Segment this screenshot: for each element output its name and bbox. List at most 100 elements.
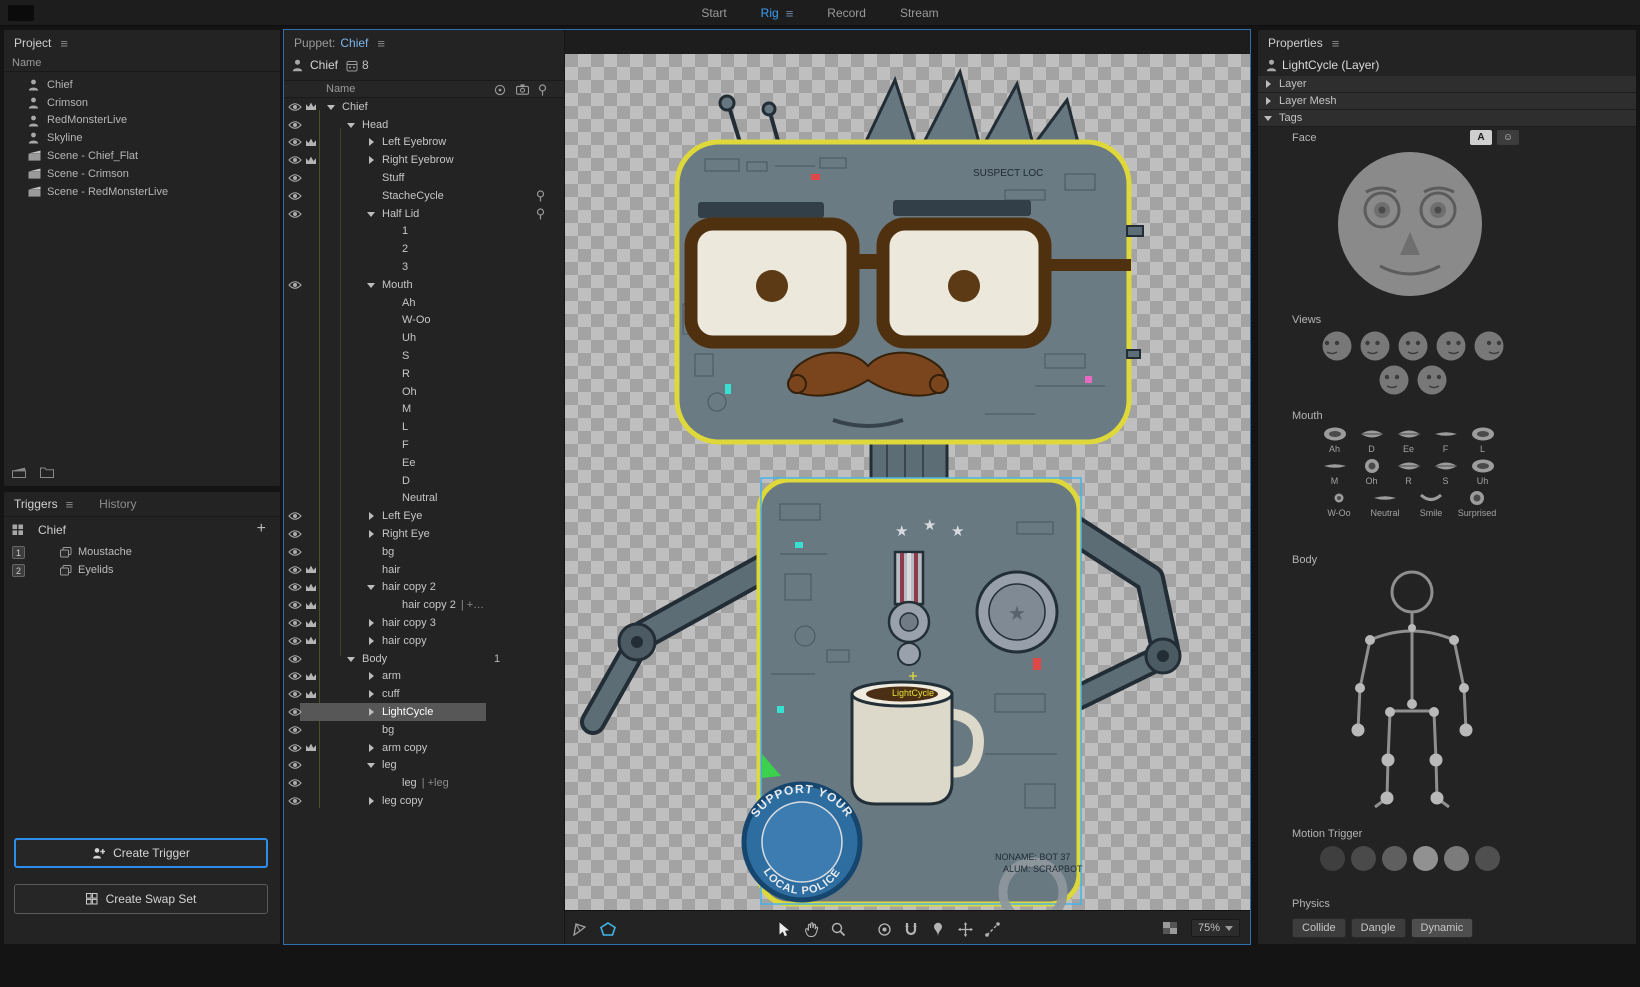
layer-row-head[interactable]: Head [284,116,564,134]
layer-row-ah[interactable]: Ah [284,294,564,312]
mouth-viseme-smile[interactable]: Smile [1408,490,1454,518]
layer-row-arm-copy[interactable]: arm copy [284,739,564,757]
triggers-tab-triggers[interactable]: Triggers≡ [14,497,73,511]
layer-row-neutral[interactable]: Neutral [284,490,564,508]
layer-row-bg[interactable]: bg [284,543,564,561]
mouth-viseme-d[interactable]: D [1353,426,1390,454]
layer-row-l[interactable]: L [284,418,564,436]
trigger-row-moustache[interactable]: 1Moustache [4,544,280,562]
layer-row-m[interactable]: M [284,401,564,419]
layer-row-chief[interactable]: Chief [284,98,564,116]
expand-down-icon[interactable] [327,103,340,111]
show-mesh-icon[interactable] [571,920,589,938]
visibility-eye-icon[interactable] [287,529,303,539]
visibility-eye-icon[interactable] [287,191,303,201]
warp-independence-crown-icon[interactable] [303,636,319,645]
mouth-viseme-l[interactable]: L [1464,426,1501,454]
expand-right-icon[interactable] [367,156,380,164]
triggers-panel-menu-icon[interactable]: ≡ [66,498,74,511]
expand-down-icon[interactable] [367,761,380,769]
expand-down-icon[interactable] [367,281,380,289]
expand-right-icon[interactable] [367,708,380,716]
properties-panel-menu-icon[interactable]: ≡ [1332,37,1340,50]
project-item-chief[interactable]: Chief [4,76,280,94]
face-mask-button[interactable]: ☺ [1497,130,1519,145]
visibility-eye-icon[interactable] [287,689,303,699]
warp-independence-crown-icon[interactable] [303,102,319,111]
motion-trigger-circle-6[interactable] [1475,846,1500,871]
layer-row-3[interactable]: 3 [284,258,564,276]
physics-collide-button[interactable]: Collide [1292,918,1346,938]
visibility-eye-icon[interactable] [287,209,303,219]
layer-row-hair[interactable]: hair [284,561,564,579]
rig-menu-icon[interactable]: ≡ [786,6,794,21]
select-tool-icon[interactable] [775,920,793,938]
stitch-tool-icon[interactable] [983,920,1001,938]
layer-row-lightcycle[interactable]: LightCycle [284,703,564,721]
attach-handle-icon[interactable] [536,208,545,220]
pin-tool-icon[interactable] [929,920,947,938]
visibility-eye-icon[interactable] [287,796,303,806]
layer-row-bg[interactable]: bg [284,721,564,739]
puppet-panel-menu-icon[interactable]: ≡ [377,37,385,50]
warp-independence-crown-icon[interactable] [303,672,319,681]
visibility-eye-icon[interactable] [287,155,303,165]
mouth-viseme-s[interactable]: S [1427,458,1464,486]
properties-section-layer[interactable]: Layer [1258,76,1636,93]
expand-right-icon[interactable] [367,512,380,520]
mouth-viseme-w-oo[interactable]: W-Oo [1316,490,1362,518]
motion-trigger-circle-4[interactable] [1413,846,1438,871]
warp-independence-crown-icon[interactable] [303,601,319,610]
workspace-tab-start[interactable]: Start [701,6,726,20]
mouth-viseme-uh[interactable]: Uh [1464,458,1501,486]
warp-independence-crown-icon[interactable] [303,565,319,574]
camera-column-icon[interactable] [516,84,529,95]
expand-right-icon[interactable] [367,619,380,627]
expand-down-icon[interactable] [367,583,380,591]
layer-row-right-eye[interactable]: Right Eye [284,525,564,543]
layer-row-hair-copy-3[interactable]: hair copy 3 [284,614,564,632]
visibility-eye-icon[interactable] [287,547,303,557]
layer-row-mouth[interactable]: Mouth [284,276,564,294]
layer-row-w-oo[interactable]: W-Oo [284,312,564,330]
motion-trigger-circle-1[interactable] [1320,846,1345,871]
properties-section-tags[interactable]: Tags [1258,110,1636,127]
create-swap-set-button[interactable]: Create Swap Set [14,884,268,914]
layer-row-arm[interactable]: arm [284,668,564,686]
layer-row-right-eyebrow[interactable]: Right Eyebrow [284,151,564,169]
project-item-redmonsterlive[interactable]: RedMonsterLive [4,112,280,130]
expand-right-icon[interactable] [367,138,380,146]
project-item-skyline[interactable]: Skyline [4,129,280,147]
layer-row-stuff[interactable]: Stuff [284,169,564,187]
mouth-viseme-f[interactable]: F [1427,426,1464,454]
magnet-tool-icon[interactable] [902,920,920,938]
visibility-eye-icon[interactable] [287,618,303,628]
workspace-tab-stream[interactable]: Stream [900,6,939,20]
add-trigger-button[interactable]: + [257,520,266,538]
physics-dynamic-button[interactable]: Dynamic [1411,918,1474,938]
visibility-eye-icon[interactable] [287,582,303,592]
visibility-eye-icon[interactable] [287,120,303,130]
face-tag-figure[interactable] [1330,148,1490,306]
new-scene-icon[interactable] [12,467,26,478]
layer-row-left-eye[interactable]: Left Eye [284,507,564,525]
warp-independence-crown-icon[interactable] [303,690,319,699]
visibility-eye-icon[interactable] [287,102,303,112]
mouth-viseme-ee[interactable]: Ee [1390,426,1427,454]
layer-row-leg[interactable]: leg| +leg [284,774,564,792]
layer-row-cuff[interactable]: cuff [284,685,564,703]
layer-row-half-lid[interactable]: Half Lid [284,205,564,223]
transform-tool-icon[interactable] [956,920,974,938]
scene-canvas[interactable]: ★ ★ ★ ★ [565,30,1250,944]
visibility-eye-icon[interactable] [287,280,303,290]
visibility-eye-icon[interactable] [287,725,303,735]
layer-row-stachecycle[interactable]: StacheCycle [284,187,564,205]
visibility-eye-icon[interactable] [287,778,303,788]
expand-down-icon[interactable] [347,655,360,663]
project-item-scene-chief-flat[interactable]: Scene - Chief_Flat [4,147,280,165]
visibility-eye-icon[interactable] [287,511,303,521]
layer-row-leg-copy[interactable]: leg copy [284,792,564,810]
workspace-tab-record[interactable]: Record [827,6,866,20]
create-trigger-button[interactable]: Create Trigger [14,838,268,868]
visibility-eye-icon[interactable] [287,565,303,575]
